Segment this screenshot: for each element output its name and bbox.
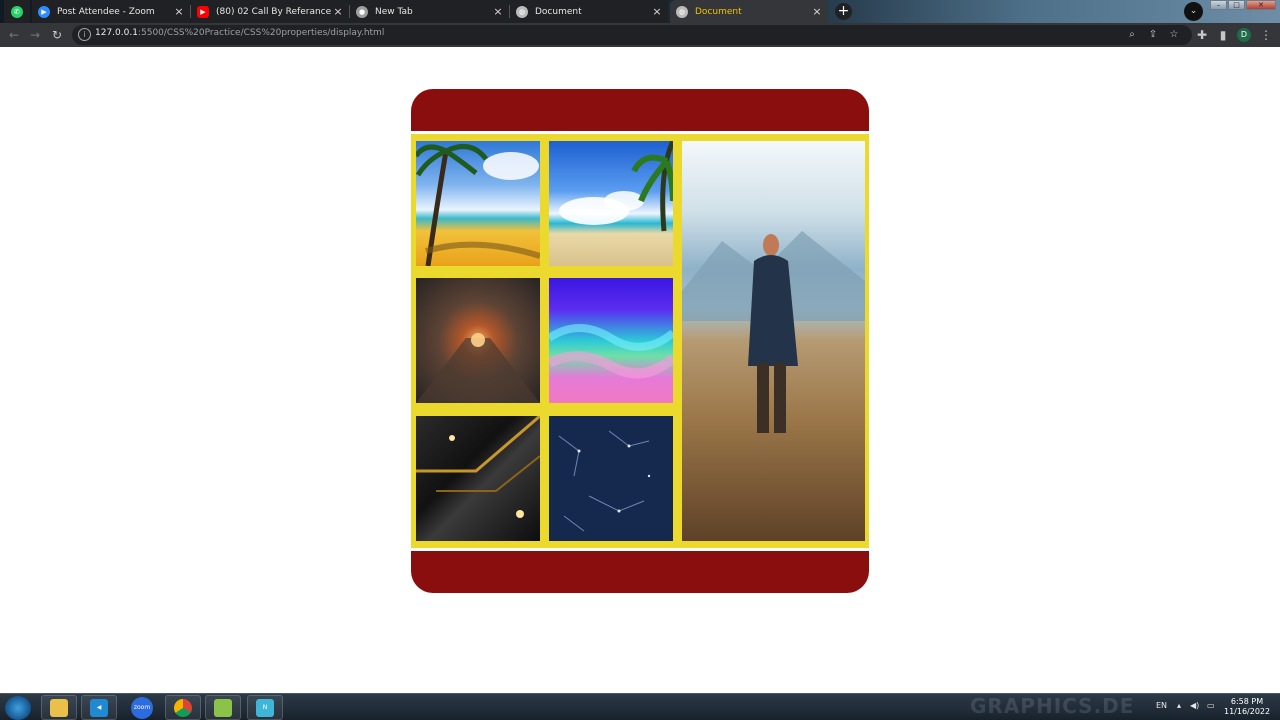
side-panel-button[interactable]: ▮ — [1215, 27, 1231, 43]
wave-icon — [549, 324, 673, 379]
arrow-right-icon: → — [29, 28, 41, 42]
chrome-icon — [174, 698, 192, 717]
taskbar-app-n[interactable]: N — [247, 695, 283, 720]
maximize-icon: □ — [1233, 1, 1240, 9]
taskbar-vscode[interactable]: ◀ — [81, 695, 117, 720]
tab-label: (80) 02 Call By Referance - YouTube — [216, 6, 331, 17]
share-icon: ⇪ — [1148, 29, 1158, 40]
minimize-button[interactable]: – — [1210, 0, 1227, 10]
tab-label: Post Attendee - Zoom — [57, 6, 155, 17]
browser-toolbar: ← → ↻ i 127.0.0.1:5500/CSS%20Practice/CS… — [0, 23, 1280, 47]
taskbar-zoom[interactable]: zoom — [124, 695, 160, 720]
forward-button[interactable]: → — [27, 27, 43, 43]
chrome-icon: ● — [356, 5, 368, 18]
url-host: 127.0.0.1 — [95, 28, 138, 38]
app-n-icon: N — [256, 698, 274, 717]
starfield-image — [549, 416, 673, 541]
neon-waves-image — [549, 278, 673, 403]
close-tab-icon[interactable]: × — [172, 5, 186, 18]
reload-icon: ↻ — [51, 28, 63, 42]
tab-label: New Tab — [375, 6, 413, 17]
windows-taskbar: ◀ zoom N GRAPHICS.DE EN ▴ ◀) ▭ 6:58 PM 1… — [0, 693, 1280, 720]
close-tab-icon[interactable]: × — [650, 5, 664, 18]
share-button[interactable]: ⇪ — [1145, 27, 1161, 43]
page-viewport — [0, 47, 1280, 693]
tab-youtube[interactable]: ▶ (80) 02 Call By Referance - YouTube × — [191, 0, 349, 23]
volume-icon[interactable]: ◀) — [1190, 701, 1199, 710]
menu-button[interactable]: ⋮ — [1258, 27, 1274, 43]
clock-date: 11/16/2022 — [1224, 707, 1271, 716]
puzzle-icon: ✚ — [1196, 28, 1208, 42]
tab-pinned-whatsapp[interactable]: ✆ — [4, 0, 30, 23]
zoom-icon: zoom — [131, 696, 153, 719]
side-panel-icon: ▮ — [1219, 28, 1227, 42]
palm-tree-icon — [416, 144, 540, 266]
kebab-menu-icon: ⋮ — [1260, 28, 1272, 42]
explorer-icon — [50, 698, 68, 717]
youtube-icon: ▶ — [197, 5, 209, 18]
beach-palm-image — [416, 141, 540, 266]
reload-button[interactable]: ↻ — [49, 27, 65, 43]
tray-expand-icon[interactable]: ▴ — [1177, 701, 1181, 710]
bookmark-button[interactable]: ☆ — [1166, 27, 1182, 43]
man-in-field-image — [682, 141, 865, 541]
zoom-button[interactable]: ⌕ — [1124, 27, 1140, 43]
address-bar[interactable]: i 127.0.0.1:5500/CSS%20Practice/CSS%20pr… — [72, 25, 1192, 45]
url-text[interactable]: 127.0.0.1:5500/CSS%20Practice/CSS%20prop… — [95, 28, 384, 38]
close-tab-icon[interactable]: × — [491, 5, 505, 18]
globe-icon: ◍ — [676, 5, 688, 18]
gold-abstract-image — [416, 416, 540, 541]
tab-new-tab[interactable]: ● New Tab × — [350, 0, 509, 23]
beach-shore-image — [549, 141, 673, 266]
tab-zoom[interactable]: ▶ Post Attendee - Zoom × — [32, 0, 190, 23]
tab-document-active[interactable]: ◍ Document × — [670, 0, 828, 23]
autumn-road-image — [416, 278, 540, 403]
card-footer — [411, 551, 869, 593]
tab-document[interactable]: ◍ Document × — [510, 0, 668, 23]
arrow-left-icon: ← — [8, 28, 20, 42]
constellation-icon — [558, 430, 651, 532]
palm-tree-icon — [559, 141, 673, 232]
minimize-icon: – — [1216, 1, 1221, 9]
taskbar-chrome[interactable] — [165, 695, 201, 720]
image-grid — [411, 134, 869, 548]
vscode-icon: ◀ — [90, 698, 108, 717]
maximize-button[interactable]: □ — [1228, 0, 1245, 10]
person-icon — [682, 231, 865, 433]
url-path: :5500/CSS%20Practice/CSS%20properties/di… — [137, 28, 385, 38]
system-clock[interactable]: 6:58 PM 11/16/2022 — [1224, 697, 1270, 717]
close-icon: ✕ — [1258, 1, 1264, 9]
road-icon — [416, 333, 540, 403]
action-center-icon[interactable]: ▭ — [1207, 701, 1215, 710]
tab-strip: ✆ ▶ Post Attendee - Zoom × ▶ (80) 02 Cal… — [0, 0, 1280, 23]
taskbar-explorer[interactable] — [41, 695, 77, 720]
close-tab-icon[interactable]: × — [331, 5, 345, 18]
zoom-icon: ▶ — [38, 5, 50, 18]
tab-search-button[interactable]: ⌄ — [1184, 2, 1203, 21]
notepad-icon — [214, 698, 232, 717]
tab-label: Document — [695, 6, 742, 17]
chevron-down-icon: ⌄ — [1189, 6, 1198, 16]
start-button[interactable] — [5, 696, 31, 720]
extensions-button[interactable]: ✚ — [1194, 27, 1210, 43]
wallpaper-watermark: GRAPHICS.DE — [970, 694, 1135, 718]
magnifier-icon: ⌕ — [1129, 29, 1135, 40]
star-icon: ☆ — [1169, 29, 1179, 40]
close-tab-icon[interactable]: × — [810, 5, 824, 18]
card-header — [411, 89, 869, 131]
taskbar-notepad[interactable] — [205, 695, 241, 720]
tab-label: Document — [535, 6, 582, 17]
profile-avatar[interactable]: D — [1237, 28, 1251, 42]
close-window-button[interactable]: ✕ — [1246, 0, 1276, 10]
language-indicator[interactable]: EN — [1156, 701, 1167, 710]
whatsapp-icon: ✆ — [11, 5, 23, 18]
new-tab-button[interactable]: + — [835, 3, 852, 20]
gold-lines-icon — [416, 416, 540, 518]
back-button[interactable]: ← — [6, 27, 22, 43]
clock-time: 6:58 PM — [1230, 697, 1264, 706]
globe-icon: ◍ — [516, 5, 528, 18]
info-icon[interactable]: i — [78, 28, 91, 41]
